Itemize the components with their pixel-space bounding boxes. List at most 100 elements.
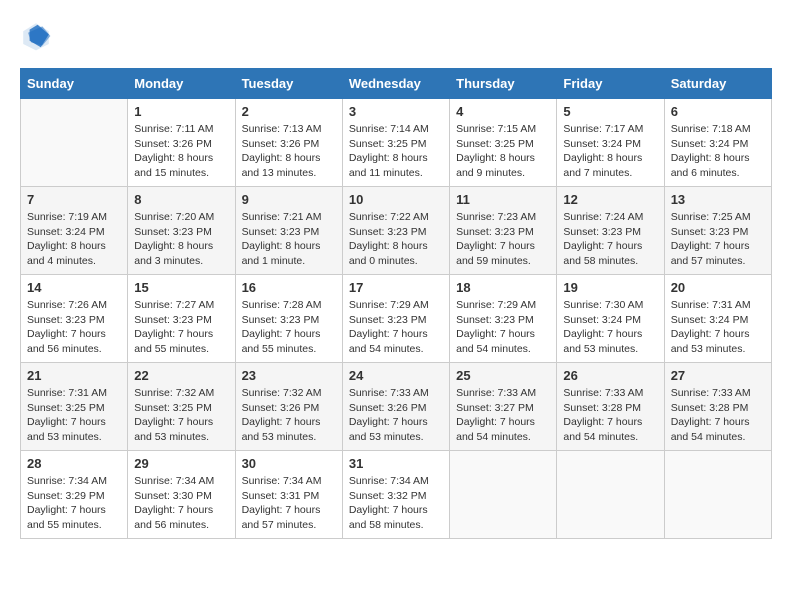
calendar-cell: 21 Sunrise: 7:31 AMSunset: 3:25 PMDayligh…	[21, 363, 128, 451]
calendar-cell: 6 Sunrise: 7:18 AMSunset: 3:24 PMDaylight…	[664, 99, 771, 187]
calendar-cell: 12 Sunrise: 7:24 AMSunset: 3:23 PMDayligh…	[557, 187, 664, 275]
calendar-cell: 17 Sunrise: 7:29 AMSunset: 3:23 PMDayligh…	[342, 275, 449, 363]
calendar-cell: 11Sunrise: 7:23 AMSunset: 3:23 PMDayligh…	[450, 187, 557, 275]
weekday-header-saturday: Saturday	[664, 69, 771, 99]
calendar-cell: 25 Sunrise: 7:33 AMSunset: 3:27 PMDayligh…	[450, 363, 557, 451]
day-info: Sunrise: 7:19 AMSunset: 3:24 PMDaylight:…	[27, 210, 121, 269]
day-number: 12	[563, 192, 657, 207]
week-row-2: 7Sunrise: 7:19 AMSunset: 3:24 PMDaylight…	[21, 187, 772, 275]
day-info: Sunrise: 7:34 AMSunset: 3:29 PMDaylight:…	[27, 474, 121, 533]
weekday-header-monday: Monday	[128, 69, 235, 99]
day-number: 20	[671, 280, 765, 295]
day-info: Sunrise: 7:27 AMSunset: 3:23 PMDaylight:…	[134, 298, 228, 357]
day-number: 10	[349, 192, 443, 207]
calendar-cell: 8 Sunrise: 7:20 AMSunset: 3:23 PMDaylight…	[128, 187, 235, 275]
day-info: Sunrise: 7:34 AMSunset: 3:31 PMDaylight:…	[242, 474, 336, 533]
day-number: 27	[671, 368, 765, 383]
logo-icon	[20, 20, 52, 52]
day-number: 29	[134, 456, 228, 471]
day-info: Sunrise: 7:31 AMSunset: 3:25 PMDaylight:…	[27, 386, 121, 445]
day-info: Sunrise: 7:34 AMSunset: 3:30 PMDaylight:…	[134, 474, 228, 533]
logo	[20, 20, 56, 52]
day-info: Sunrise: 7:22 AMSunset: 3:23 PMDaylight:…	[349, 210, 443, 269]
day-info: Sunrise: 7:25 AMSunset: 3:23 PMDaylight:…	[671, 210, 765, 269]
day-number: 21	[27, 368, 121, 383]
calendar-cell	[664, 451, 771, 539]
calendar-table: SundayMondayTuesdayWednesdayThursdayFrid…	[20, 68, 772, 539]
calendar-cell: 14Sunrise: 7:26 AMSunset: 3:23 PMDayligh…	[21, 275, 128, 363]
header	[20, 20, 772, 52]
calendar-cell: 7Sunrise: 7:19 AMSunset: 3:24 PMDaylight…	[21, 187, 128, 275]
calendar-cell: 29 Sunrise: 7:34 AMSunset: 3:30 PMDayligh…	[128, 451, 235, 539]
day-info: Sunrise: 7:32 AMSunset: 3:26 PMDaylight:…	[242, 386, 336, 445]
day-info: Sunrise: 7:13 AMSunset: 3:26 PMDaylight:…	[242, 122, 336, 181]
day-number: 8	[134, 192, 228, 207]
day-info: Sunrise: 7:30 AMSunset: 3:24 PMDaylight:…	[563, 298, 657, 357]
calendar-cell: 26 Sunrise: 7:33 AMSunset: 3:28 PMDayligh…	[557, 363, 664, 451]
weekday-header-tuesday: Tuesday	[235, 69, 342, 99]
weekday-header-sunday: Sunday	[21, 69, 128, 99]
day-info: Sunrise: 7:24 AMSunset: 3:23 PMDaylight:…	[563, 210, 657, 269]
day-number: 13	[671, 192, 765, 207]
day-number: 25	[456, 368, 550, 383]
week-row-5: 28 Sunrise: 7:34 AMSunset: 3:29 PMDayligh…	[21, 451, 772, 539]
calendar-cell: 18 Sunrise: 7:29 AMSunset: 3:23 PMDayligh…	[450, 275, 557, 363]
calendar-cell: 9Sunrise: 7:21 AMSunset: 3:23 PMDaylight…	[235, 187, 342, 275]
day-info: Sunrise: 7:33 AMSunset: 3:28 PMDaylight:…	[671, 386, 765, 445]
day-number: 1	[134, 104, 228, 119]
day-info: Sunrise: 7:34 AMSunset: 3:32 PMDaylight:…	[349, 474, 443, 533]
weekday-header-friday: Friday	[557, 69, 664, 99]
day-info: Sunrise: 7:28 AMSunset: 3:23 PMDaylight:…	[242, 298, 336, 357]
calendar-cell: 16 Sunrise: 7:28 AMSunset: 3:23 PMDayligh…	[235, 275, 342, 363]
calendar-cell: 10 Sunrise: 7:22 AMSunset: 3:23 PMDayligh…	[342, 187, 449, 275]
day-number: 3	[349, 104, 443, 119]
day-number: 9	[242, 192, 336, 207]
calendar-cell: 3 Sunrise: 7:14 AMSunset: 3:25 PMDaylight…	[342, 99, 449, 187]
day-info: Sunrise: 7:18 AMSunset: 3:24 PMDaylight:…	[671, 122, 765, 181]
day-number: 5	[563, 104, 657, 119]
week-row-3: 14Sunrise: 7:26 AMSunset: 3:23 PMDayligh…	[21, 275, 772, 363]
day-number: 19	[563, 280, 657, 295]
day-number: 6	[671, 104, 765, 119]
calendar-cell: 22Sunrise: 7:32 AMSunset: 3:25 PMDayligh…	[128, 363, 235, 451]
calendar-cell: 30 Sunrise: 7:34 AMSunset: 3:31 PMDayligh…	[235, 451, 342, 539]
day-info: Sunrise: 7:23 AMSunset: 3:23 PMDaylight:…	[456, 210, 550, 269]
day-info: Sunrise: 7:32 AMSunset: 3:25 PMDaylight:…	[134, 386, 228, 445]
weekday-header-thursday: Thursday	[450, 69, 557, 99]
calendar-cell	[450, 451, 557, 539]
calendar-cell: 5 Sunrise: 7:17 AMSunset: 3:24 PMDaylight…	[557, 99, 664, 187]
day-number: 30	[242, 456, 336, 471]
day-info: Sunrise: 7:20 AMSunset: 3:23 PMDaylight:…	[134, 210, 228, 269]
week-row-1: 1Sunrise: 7:11 AMSunset: 3:26 PMDaylight…	[21, 99, 772, 187]
day-number: 18	[456, 280, 550, 295]
calendar-cell: 28 Sunrise: 7:34 AMSunset: 3:29 PMDayligh…	[21, 451, 128, 539]
header-row: SundayMondayTuesdayWednesdayThursdayFrid…	[21, 69, 772, 99]
day-number: 17	[349, 280, 443, 295]
day-info: Sunrise: 7:29 AMSunset: 3:23 PMDaylight:…	[349, 298, 443, 357]
calendar-cell: 15 Sunrise: 7:27 AMSunset: 3:23 PMDayligh…	[128, 275, 235, 363]
day-info: Sunrise: 7:33 AMSunset: 3:28 PMDaylight:…	[563, 386, 657, 445]
calendar-cell: 13 Sunrise: 7:25 AMSunset: 3:23 PMDayligh…	[664, 187, 771, 275]
day-info: Sunrise: 7:29 AMSunset: 3:23 PMDaylight:…	[456, 298, 550, 357]
day-info: Sunrise: 7:15 AMSunset: 3:25 PMDaylight:…	[456, 122, 550, 181]
day-info: Sunrise: 7:14 AMSunset: 3:25 PMDaylight:…	[349, 122, 443, 181]
day-info: Sunrise: 7:17 AMSunset: 3:24 PMDaylight:…	[563, 122, 657, 181]
day-info: Sunrise: 7:33 AMSunset: 3:26 PMDaylight:…	[349, 386, 443, 445]
calendar-cell: 19 Sunrise: 7:30 AMSunset: 3:24 PMDayligh…	[557, 275, 664, 363]
day-number: 2	[242, 104, 336, 119]
day-number: 28	[27, 456, 121, 471]
day-number: 15	[134, 280, 228, 295]
weekday-header-wednesday: Wednesday	[342, 69, 449, 99]
day-number: 24	[349, 368, 443, 383]
calendar-cell: 24 Sunrise: 7:33 AMSunset: 3:26 PMDayligh…	[342, 363, 449, 451]
day-number: 31	[349, 456, 443, 471]
day-number: 4	[456, 104, 550, 119]
day-number: 26	[563, 368, 657, 383]
calendar-cell: 23 Sunrise: 7:32 AMSunset: 3:26 PMDayligh…	[235, 363, 342, 451]
day-info: Sunrise: 7:33 AMSunset: 3:27 PMDaylight:…	[456, 386, 550, 445]
calendar-cell: 1Sunrise: 7:11 AMSunset: 3:26 PMDaylight…	[128, 99, 235, 187]
day-number: 23	[242, 368, 336, 383]
calendar-cell: 2 Sunrise: 7:13 AMSunset: 3:26 PMDaylight…	[235, 99, 342, 187]
calendar-cell: 31 Sunrise: 7:34 AMSunset: 3:32 PMDayligh…	[342, 451, 449, 539]
day-number: 16	[242, 280, 336, 295]
